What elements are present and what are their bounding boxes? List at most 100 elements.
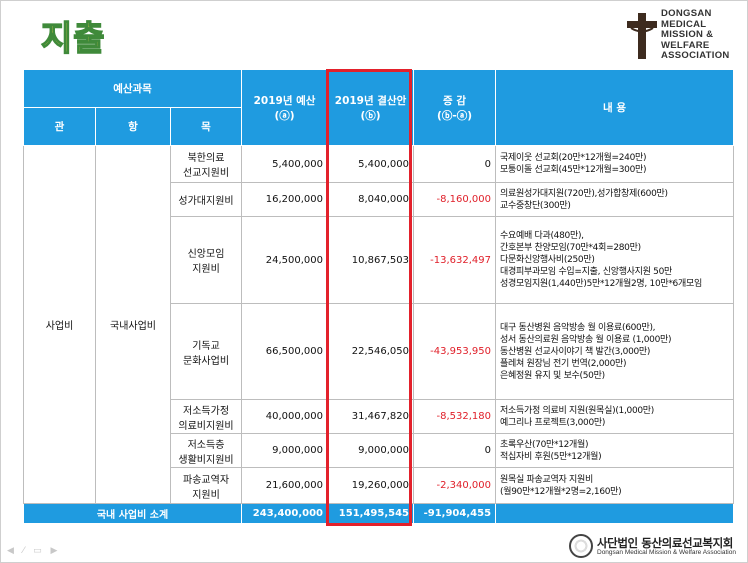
content-line: 대경피부과모임 수입=지출, 신앙행사지원 50만: [500, 267, 673, 277]
content-line: 동산병원 선교사이야기 책 발간(3,000만): [500, 346, 651, 357]
cell-change: 0: [413, 433, 497, 468]
content-line: 원목실 파송교역자 지원비: [500, 474, 593, 485]
cell-mok: 성가대지원비: [169, 182, 243, 217]
mok-line: 신앙모임: [187, 249, 225, 260]
content-line: 성서 동산의료원 음악방송 월 이용료 (1,000만): [500, 334, 672, 345]
total-label: 국내 사업비 소계: [22, 503, 243, 524]
header-text: 증 감: [443, 94, 467, 107]
seal-icon: [569, 534, 593, 558]
header-budget-2019: 2019년 예산 (ⓐ): [241, 69, 329, 146]
page-title: 지출: [40, 18, 106, 60]
logo-line: ASSOCIATION: [661, 50, 730, 62]
cell-budget: 24,500,000: [241, 216, 329, 304]
org-logo-text: DONGSAN MEDICAL MISSION & WELFARE ASSOCI…: [661, 8, 730, 62]
cell-change: -8,532,180: [413, 399, 497, 434]
cell-budget: 66,500,000: [241, 303, 329, 400]
cell-change: -8,160,000: [413, 182, 497, 217]
cell-budget: 9,000,000: [241, 433, 329, 468]
cell-budget: 16,200,000: [241, 182, 329, 217]
header-content: 내 용: [495, 69, 735, 146]
header-gwan: 관: [23, 107, 96, 146]
mok-line: 저소득층: [187, 439, 225, 451]
table-body: 사업비 국내사업비 북한의료 선교지원비 5,400,000 5,400,000 0 국제이웃…: [22, 145, 735, 524]
cell-content: 대구 동산병원 음악방송 월 이용료(600만), 성서 동산의료원 음악방송 월…: [495, 303, 735, 400]
slide: 지출 DONGSAN MEDICAL MISSION & WELFARE ASS…: [0, 0, 748, 563]
cell-change: -2,340,000: [413, 467, 497, 504]
content-line: 수요예배 다과(480만),: [500, 231, 584, 241]
slide-toolbar-icons[interactable]: ◀ ⁄ ▭ ▶: [7, 546, 60, 556]
mok-line: 선교지원비: [183, 168, 230, 179]
cell-gwan: 사업비: [23, 145, 96, 504]
content-line: 초록우산(70만*12개월): [500, 439, 589, 450]
total-content: [495, 503, 735, 524]
content-line: 다문화신앙행사비(250만): [500, 255, 595, 265]
footer-logo: 사단법인 동산의료선교복지회 Dongsan Medical Mission &…: [569, 534, 739, 560]
cell-content: 원목실 파송교역자 지원비 (월90만*12개월*2명=2,160만): [495, 467, 735, 504]
cell-content: 국제이웃 선교회(20만*12개월=240만) 모퉁이돌 선교회(45만*12개월…: [495, 145, 735, 183]
header-text: 2019년 결산안: [334, 94, 407, 107]
cell-content: 의료원성가대지원(720만),성가합창제(600만) 교수중창단(300만): [495, 182, 735, 217]
total-budget: 243,400,000: [241, 503, 329, 524]
header-settlement-2019: 2019년 결산안 (ⓑ): [327, 69, 415, 146]
cell-mok: 기독교문화사업비: [169, 303, 243, 400]
cell-settlement: 10,867,503: [327, 216, 415, 304]
mok-line: 성가대지원비: [178, 196, 234, 207]
mok-line: 기독교: [192, 340, 220, 352]
cell-settlement: 22,546,050: [327, 303, 415, 400]
header-subtext: (ⓐ): [274, 109, 295, 122]
mok-line: 파송교역자: [183, 474, 230, 486]
mok-line: 지원비: [192, 264, 220, 275]
content-line: 적십자비 후원(5만*12개월): [500, 451, 602, 462]
content-line: 플레쳐 원장님 전기 번역(2,000만): [500, 358, 627, 369]
content-line: 국제이웃 선교회(20만*12개월=240만): [500, 153, 647, 163]
cell-hang: 국내사업비: [95, 145, 171, 504]
total-change: -91,904,455: [413, 503, 497, 524]
cell-settlement: 5,400,000: [327, 145, 415, 183]
cell-mok: 신앙모임지원비: [169, 216, 243, 304]
cell-change: -13,632,497: [413, 216, 497, 304]
cell-settlement: 19,260,000: [327, 467, 415, 504]
expense-table: 예산과목 2019년 예산 (ⓐ) 2019년 결산안 (ⓑ) 증 감 (ⓑ-ⓐ…: [22, 69, 735, 524]
mok-line: 저소득가정: [183, 405, 230, 417]
cell-content: 저소득가정 의료비 지원(원목실)(1,000만) 예그리나 프로젝트(3,000…: [495, 399, 735, 434]
cell-budget: 40,000,000: [241, 399, 329, 434]
cell-content: 초록우산(70만*12개월) 적십자비 후원(5만*12개월): [495, 433, 735, 468]
cell-budget: 5,400,000: [241, 145, 329, 183]
cell-mok: 파송교역자지원비: [169, 467, 243, 504]
content-line: 대구 동산병원 음악방송 월 이용료(600만),: [500, 322, 656, 333]
logo-line: DONGSAN: [661, 8, 712, 19]
content-line: 간호본부 찬양모임(70만*4회=280만): [500, 243, 641, 253]
header-change: 증 감 (ⓑ-ⓐ): [413, 69, 497, 146]
header-subtext: (ⓑ): [360, 109, 381, 122]
footer-org-english: Dongsan Medical Mission & Welfare Associ…: [597, 549, 736, 556]
header-text: 2019년 예산: [253, 94, 316, 107]
cell-mok: 북한의료 선교지원비: [169, 145, 243, 183]
total-row: 국내 사업비 소계 243,400,000 151,495,545 -91,904,4…: [22, 503, 735, 524]
cell-change: 0: [413, 145, 497, 183]
content-line: (월90만*12개월*2명=2,160만): [500, 486, 622, 497]
cell-content: 수요예배 다과(480만), 간호본부 찬양모임(70만*4회=280만) 다문화신…: [495, 216, 735, 304]
table-row: 사업비 국내사업비 북한의료 선교지원비 5,400,000 5,400,000 0 국제이웃…: [23, 145, 735, 504]
content-line: 은혜정원 유지 및 보수(50만): [500, 370, 605, 381]
header-hang: 항: [95, 107, 171, 146]
mok-line: 생활비지원비: [178, 454, 234, 466]
total-settlement: 151,495,545: [327, 503, 415, 524]
content-line: 교수중창단(300만): [500, 200, 571, 211]
header-budget-category: 예산과목: [22, 69, 243, 108]
cell-settlement: 31,467,820: [327, 399, 415, 434]
mok-line: 문화사업비: [183, 355, 230, 367]
content-line: 모퉁이돌 선교회(45만*12개월=300만): [500, 165, 647, 175]
org-logo: DONGSAN MEDICAL MISSION & WELFARE ASSOCI…: [625, 8, 741, 62]
mok-line: 의료비지원비: [178, 420, 234, 432]
cell-mok: 저소득층생활비지원비: [169, 433, 243, 468]
header-subtext: (ⓑ-ⓐ): [437, 109, 473, 122]
content-line: 성경모임지원(1,440만)5만*12개월2명, 10만*6개모임: [500, 279, 702, 289]
mok-line: 지원비: [192, 489, 220, 501]
content-line: 예그리나 프로젝트(3,000만): [500, 417, 606, 428]
cell-settlement: 9,000,000: [327, 433, 415, 468]
cell-change: -43,953,950: [413, 303, 497, 400]
cell-settlement: 8,040,000: [327, 182, 415, 217]
content-line: 의료원성가대지원(720만),성가합창제(600만): [500, 188, 668, 199]
content-line: 저소득가정 의료비 지원(원목실)(1,000만): [500, 405, 654, 416]
header-mok: 목: [169, 107, 243, 146]
